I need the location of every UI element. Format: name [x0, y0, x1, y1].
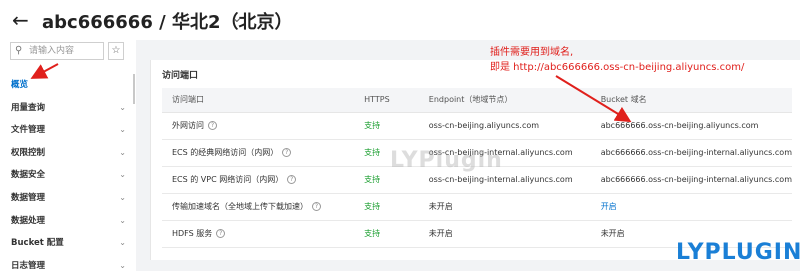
sidebar-item-overview[interactable]: 概览	[0, 74, 136, 97]
bucket-domain-cell: abc666666.oss-cn-beijing-internal.aliyun…	[590, 139, 792, 167]
endpoint-cell: oss-cn-beijing.aliyuncs.com	[418, 112, 591, 140]
section-title: 访问端口	[162, 71, 199, 81]
sidebar-scrollbar[interactable]	[133, 74, 135, 104]
port-cell: 传输加速域名（全地域上传下载加速）?	[162, 193, 355, 221]
table-row: 传输加速域名（全地域上传下载加速）? 支持 未开启 开启	[162, 193, 792, 221]
port-name: 传输加速域名（全地域上传下载加速）	[172, 202, 308, 211]
sidebar-item-permissions[interactable]: 权限控制 ⌄	[0, 142, 136, 165]
back-arrow-icon[interactable]: ←	[12, 10, 29, 30]
chevron-down-icon[interactable]: ⌄	[231, 10, 243, 26]
chevron-down-icon: ⌄	[119, 170, 126, 180]
search-input[interactable]	[29, 44, 101, 58]
endpoint-cell: 未开启	[418, 220, 591, 248]
sidebar-item-label: 概览	[11, 80, 29, 90]
help-icon[interactable]: ?	[208, 121, 217, 130]
sidebar-nav: 概览 用量查询 ⌄ 文件管理 ⌄ 权限控制 ⌄ 数据安全 ⌄ 数据管理 ⌄ 数据处理 ⌄ B…	[0, 74, 136, 271]
chevron-down-icon: ⌄	[119, 147, 126, 157]
sidebar-item-label: 用量查询	[11, 102, 46, 113]
help-icon[interactable]: ?	[287, 175, 297, 184]
sidebar-item-security[interactable]: 数据安全 ⌄	[0, 164, 136, 187]
chevron-down-icon: ⌄	[119, 215, 126, 225]
sidebar-item-label: Bucket 配置	[11, 238, 64, 249]
page-title: abc666666 / 华北2（北京）	[42, 12, 293, 33]
https-cell: 支持	[354, 193, 419, 221]
bucket-domain-cell: abc666666.oss-cn-beijing.aliyuncs.com	[590, 112, 792, 140]
sidebar: ⚲ ☆ 概览 用量查询 ⌄ 文件管理 ⌄ 权限控制 ⌄ 数据安全 ⌄ 数据管理 ⌄ 数据处…	[0, 40, 136, 271]
sidebar-item-label: 文件管理	[11, 125, 46, 136]
port-name: 外网访问	[172, 121, 204, 130]
search-box[interactable]: ⚲	[10, 42, 104, 60]
table-row: 外网访问? 支持 oss-cn-beijing.aliyuncs.com abc…	[162, 112, 792, 140]
chevron-down-icon: ⌄	[119, 192, 126, 202]
bucket-domain-cell: abc666666.oss-cn-beijing-internal.aliyun…	[590, 166, 792, 194]
port-cell: HDFS 服务?	[162, 220, 355, 248]
sidebar-item-data-processing[interactable]: 数据处理 ⌄	[0, 210, 136, 233]
help-icon[interactable]: ?	[312, 202, 321, 211]
chevron-down-icon: ⌄	[119, 238, 126, 248]
help-icon[interactable]: ?	[282, 148, 292, 157]
sidebar-item-label: 日志管理	[11, 260, 46, 271]
chevron-down-icon: ⌄	[119, 102, 126, 112]
sidebar-item-label: 数据安全	[11, 170, 46, 181]
sidebar-item-label: 权限控制	[11, 147, 46, 158]
sidebar-item-logs[interactable]: 日志管理 ⌄	[0, 255, 136, 271]
port-name: ECS 的 VPC 网络访问（内网）	[172, 175, 284, 184]
favorite-star-button[interactable]: ☆	[108, 42, 124, 60]
sidebar-item-bucket-config[interactable]: Bucket 配置 ⌄	[0, 232, 136, 255]
enable-acceleration-link[interactable]: 开启	[590, 193, 792, 221]
port-cell: 外网访问?	[162, 112, 355, 140]
https-cell: 支持	[354, 112, 419, 140]
help-icon[interactable]: ?	[216, 229, 226, 238]
annotation-line-1: 插件需要用到域名,	[490, 47, 574, 58]
sidebar-item-label: 数据处理	[11, 215, 46, 226]
chevron-down-icon: ⌄	[119, 125, 126, 135]
port-name: HDFS 服务	[172, 229, 213, 238]
column-header: Bucket 域名	[590, 88, 792, 113]
column-header: 访问端口	[162, 88, 355, 113]
https-cell: 支持	[354, 220, 419, 248]
column-header: HTTPS	[354, 88, 419, 113]
annotation-note: 插件需要用到域名, 即是 http://abc666666.oss-cn-bei…	[490, 45, 744, 75]
annotation-line-2: 即是 http://abc666666.oss-cn-beijing.aliyu…	[490, 62, 745, 73]
page-header: ← abc666666 / 华北2（北京） ⌄	[0, 0, 800, 40]
column-header: Endpoint（地域节点）	[418, 88, 591, 113]
sidebar-item-data-management[interactable]: 数据管理 ⌄	[0, 187, 136, 210]
port-name: ECS 的经典网络访问（内网）	[172, 148, 279, 157]
port-cell: ECS 的经典网络访问（内网）?	[162, 139, 355, 167]
endpoint-cell: 未开启	[418, 193, 591, 221]
table-header-row: 访问端口 HTTPS Endpoint（地域节点） Bucket 域名	[162, 88, 792, 113]
chevron-down-icon: ⌄	[119, 260, 126, 270]
watermark-logo: LYPLUGIN	[676, 240, 800, 265]
sidebar-item-usage[interactable]: 用量查询 ⌄	[0, 97, 136, 120]
search-icon: ⚲	[15, 45, 23, 56]
port-cell: ECS 的 VPC 网络访问（内网）?	[162, 166, 355, 194]
sidebar-item-label: 数据管理	[11, 192, 46, 203]
sidebar-item-files[interactable]: 文件管理 ⌄	[0, 119, 136, 142]
watermark-faint: LYPlugin	[390, 148, 503, 173]
